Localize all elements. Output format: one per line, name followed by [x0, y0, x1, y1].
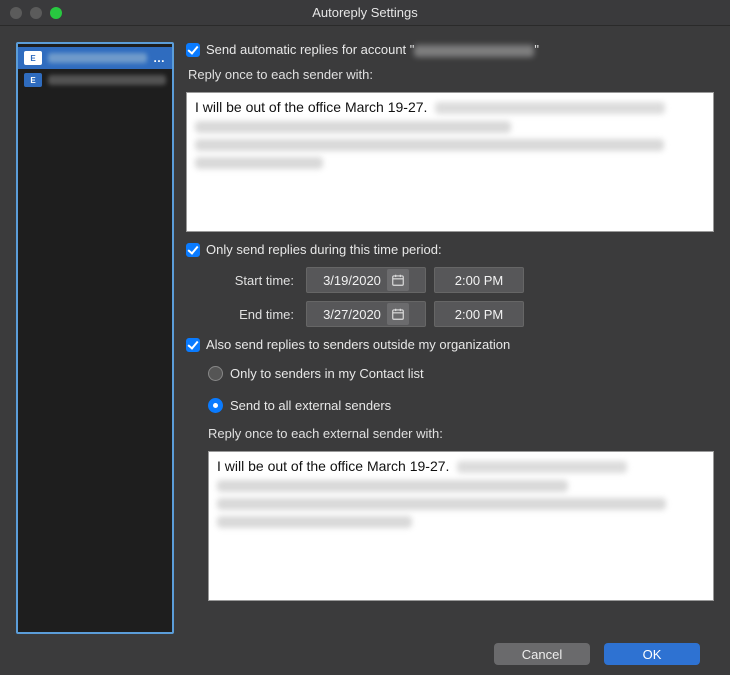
start-date-field[interactable]: 3/19/2020: [306, 267, 426, 293]
cancel-button[interactable]: Cancel: [494, 643, 590, 665]
external-reply-textarea[interactable]: I will be out of the office March 19-27.: [208, 451, 714, 601]
radio-contacts-row: Only to senders in my Contact list: [208, 362, 714, 384]
external-reply-label: Also send replies to senders outside my …: [206, 337, 510, 352]
end-time-label: End time:: [208, 307, 298, 322]
enable-autoreply-checkbox[interactable]: [186, 43, 200, 57]
time-period-row: Only send replies during this time perio…: [186, 242, 714, 257]
time-period-checkbox[interactable]: [186, 243, 200, 257]
maximize-window-button[interactable]: [50, 7, 62, 19]
time-period-label: Only send replies during this time perio…: [206, 242, 442, 257]
internal-reply-label: Reply once to each sender with:: [188, 67, 714, 82]
external-reply-text: I will be out of the office March 19-27.: [217, 458, 449, 474]
end-date-field[interactable]: 3/27/2020: [306, 301, 426, 327]
time-period-grid: Start time: 3/19/2020 2:00 PM End time: …: [208, 267, 714, 327]
internal-reply-textarea[interactable]: I will be out of the office March 19-27.: [186, 92, 714, 232]
enable-autoreply-label: Send automatic replies for account "": [206, 42, 539, 57]
account-list-item[interactable]: E …: [18, 47, 172, 69]
account-name-redacted: [48, 75, 166, 85]
start-time-label: Start time:: [208, 273, 298, 288]
radio-all-row: Send to all external senders: [208, 394, 714, 416]
account-sidebar: E … E: [16, 42, 174, 634]
exchange-icon: E: [24, 51, 42, 65]
external-reply-row: Also send replies to senders outside my …: [186, 337, 714, 352]
start-time-field[interactable]: 2:00 PM: [434, 267, 524, 293]
all-external-radio[interactable]: [208, 398, 223, 413]
all-external-label: Send to all external senders: [230, 398, 391, 413]
close-window-button[interactable]: [10, 7, 22, 19]
minimize-window-button[interactable]: [30, 7, 42, 19]
enable-autoreply-row: Send automatic replies for account "": [186, 42, 714, 57]
exchange-icon: E: [24, 73, 42, 87]
account-list-item[interactable]: E: [18, 69, 172, 91]
settings-pane: Send automatic replies for account "" Re…: [186, 42, 714, 634]
account-more-icon: …: [153, 51, 166, 65]
dialog-footer: Cancel OK: [0, 634, 730, 674]
ok-button[interactable]: OK: [604, 643, 700, 665]
account-name-redacted: [414, 45, 534, 57]
titlebar: Autoreply Settings: [0, 0, 730, 26]
window-title: Autoreply Settings: [312, 5, 418, 20]
calendar-icon[interactable]: [387, 303, 409, 325]
contacts-only-radio[interactable]: [208, 366, 223, 381]
end-time-field[interactable]: 2:00 PM: [434, 301, 524, 327]
contacts-only-label: Only to senders in my Contact list: [230, 366, 424, 381]
window-controls: [10, 7, 62, 19]
external-reply-once-label: Reply once to each external sender with:: [208, 426, 714, 441]
account-name-redacted: [48, 53, 147, 63]
external-reply-checkbox[interactable]: [186, 338, 200, 352]
internal-reply-text: I will be out of the office March 19-27.: [195, 99, 427, 115]
calendar-icon[interactable]: [387, 269, 409, 291]
